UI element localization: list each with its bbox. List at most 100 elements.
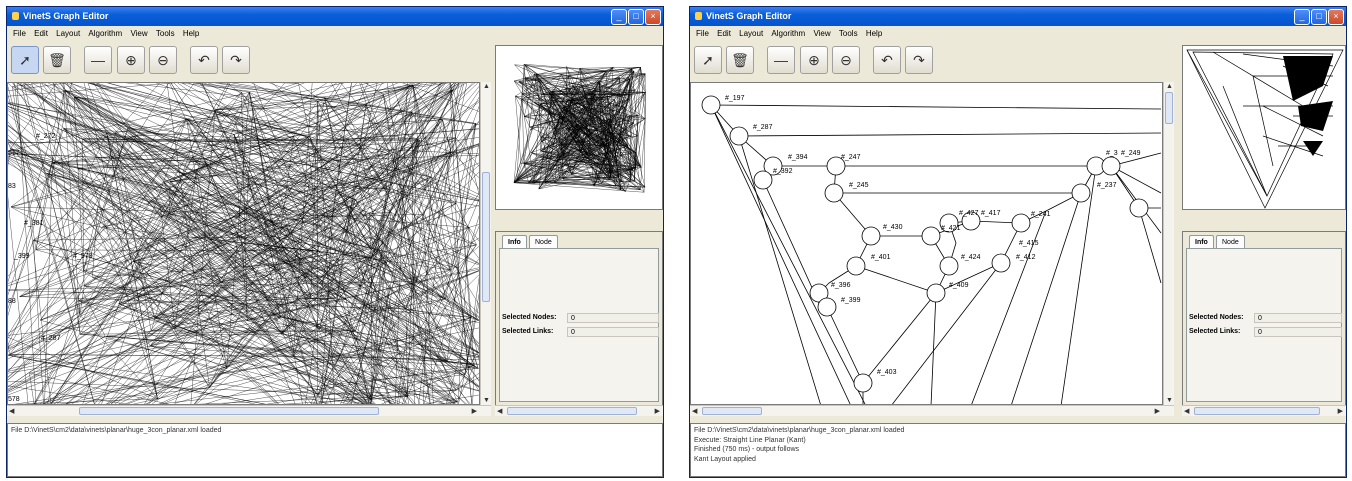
graph-node[interactable] xyxy=(1071,183,1091,203)
panel-horizontal-scrollbar[interactable]: ◀ ▶ xyxy=(1182,405,1346,416)
log-line: File D:\VinetS\cm2\data\vinets\planar\hu… xyxy=(11,427,222,434)
canvas-vertical-scrollbar[interactable]: ▲ ▼ xyxy=(1163,82,1174,405)
zoom-out-button[interactable]: ⊖ xyxy=(149,46,177,74)
graph-node[interactable] xyxy=(1129,198,1149,218)
title-bar[interactable]: VinetS Graph Editor _ □ × xyxy=(7,7,663,26)
node-label: #_272 xyxy=(36,133,56,140)
select-tool-button[interactable]: ➚ xyxy=(694,46,722,74)
graph-canvas[interactable]: #_272 517 83 #_381 _399 #_578 88 #_287 5… xyxy=(7,82,480,405)
graph-editor-window-left: VinetS Graph Editor _ □ × File Edit Layo… xyxy=(6,6,664,478)
graph-node[interactable] xyxy=(846,256,866,276)
close-button[interactable]: × xyxy=(645,9,661,25)
graph-canvas[interactable]: #_197 #_287 #_394 #_392 #_247 #_245 #_43… xyxy=(690,82,1163,405)
log-line: Execute: Straight Line Planar (Kant) xyxy=(694,436,806,444)
graph-edges xyxy=(710,104,1162,404)
graph-node[interactable] xyxy=(1011,213,1031,233)
graph-node[interactable] xyxy=(1101,156,1121,176)
minimize-button[interactable]: _ xyxy=(1294,9,1310,25)
graph-node[interactable] xyxy=(729,126,749,146)
node-label: #_578 xyxy=(73,253,93,260)
scrollbar-thumb[interactable] xyxy=(1165,92,1173,124)
graph-node[interactable] xyxy=(939,256,959,276)
close-button[interactable]: × xyxy=(1328,9,1344,25)
overview-panel[interactable] xyxy=(495,45,663,210)
log-line: File D:\VinetS\cm2\data\vinets\planar\hu… xyxy=(694,427,905,434)
menu-view[interactable]: View xyxy=(130,29,147,38)
graph-node[interactable] xyxy=(753,170,773,190)
line-tool-button[interactable]: — xyxy=(767,46,795,74)
menu-view[interactable]: View xyxy=(813,29,830,38)
line-tool-button[interactable]: — xyxy=(84,46,112,74)
select-tool-button[interactable]: ➚ xyxy=(11,46,39,74)
node-label: #_430 xyxy=(883,224,903,231)
canvas-horizontal-scrollbar[interactable]: ◀ ▶ xyxy=(7,405,491,416)
menu-file[interactable]: File xyxy=(13,29,26,38)
node-label: #_403 xyxy=(877,369,897,376)
minimize-button[interactable]: _ xyxy=(611,9,627,25)
zoom-in-button[interactable]: ⊕ xyxy=(800,46,828,74)
menu-edit[interactable]: Edit xyxy=(34,29,48,38)
selected-nodes-label: Selected Nodes: xyxy=(1189,314,1244,321)
scrollbar-thumb[interactable] xyxy=(1194,407,1320,415)
graph-node[interactable] xyxy=(817,297,837,317)
undo-button[interactable]: ↶ xyxy=(190,46,218,74)
menu-help[interactable]: Help xyxy=(866,29,882,38)
zoom-out-button[interactable]: ⊖ xyxy=(832,46,860,74)
graph-node[interactable] xyxy=(701,95,721,115)
log-output[interactable]: File D:\VinetS\cm2\data\vinets\planar\hu… xyxy=(690,423,1346,477)
menu-tools[interactable]: Tools xyxy=(156,29,175,38)
graph-node[interactable] xyxy=(991,253,1011,273)
node-label: #_249 xyxy=(1121,150,1141,157)
tab-node[interactable]: Node xyxy=(529,235,558,249)
canvas-horizontal-scrollbar[interactable]: ◀ ▶ xyxy=(690,405,1174,416)
menu-tools[interactable]: Tools xyxy=(839,29,858,38)
graph-node[interactable] xyxy=(861,226,881,246)
selected-links-field: 0 xyxy=(1254,327,1342,337)
node-label: #_399 xyxy=(841,297,861,304)
menu-help[interactable]: Help xyxy=(183,29,199,38)
undo-button[interactable]: ↶ xyxy=(873,46,901,74)
menu-algorithm[interactable]: Algorithm xyxy=(88,29,122,38)
maximize-button[interactable]: □ xyxy=(1311,9,1327,25)
redo-button[interactable]: ↷ xyxy=(905,46,933,74)
scrollbar-thumb[interactable] xyxy=(482,172,490,302)
tab-info[interactable]: Info xyxy=(1189,235,1214,249)
properties-panel: Info Node Selected Nodes: 0 Selected Lin… xyxy=(495,231,663,406)
app-icon xyxy=(695,12,702,20)
log-output[interactable]: File D:\VinetS\cm2\data\vinets\planar\hu… xyxy=(7,423,663,477)
panel-horizontal-scrollbar[interactable]: ◀ ▶ xyxy=(495,405,663,416)
menu-algorithm[interactable]: Algorithm xyxy=(771,29,805,38)
tab-info[interactable]: Info xyxy=(502,235,527,249)
node-label: 83 xyxy=(8,183,16,190)
scrollbar-thumb[interactable] xyxy=(507,407,637,415)
zoom-in-button[interactable]: ⊕ xyxy=(117,46,145,74)
delete-tool-button[interactable]: 🗑 xyxy=(726,46,754,74)
window-title: VinetS Graph Editor xyxy=(706,11,792,21)
selected-links-label: Selected Links: xyxy=(1189,328,1241,335)
node-label: #_424 xyxy=(961,254,981,261)
redo-button[interactable]: ↷ xyxy=(222,46,250,74)
menu-layout[interactable]: Layout xyxy=(739,29,763,38)
app-icon xyxy=(12,12,19,20)
node-label: #_287 xyxy=(753,124,773,131)
menu-file[interactable]: File xyxy=(696,29,709,38)
graph-node[interactable] xyxy=(926,283,946,303)
tab-node[interactable]: Node xyxy=(1216,235,1245,249)
menu-layout[interactable]: Layout xyxy=(56,29,80,38)
menu-bar: File Edit Layout Algorithm View Tools He… xyxy=(690,26,1346,41)
overview-drawing xyxy=(513,63,646,193)
graph-node[interactable] xyxy=(853,373,873,393)
overview-panel[interactable] xyxy=(1182,45,1346,210)
delete-tool-button[interactable]: 🗑 xyxy=(43,46,71,74)
graph-node[interactable] xyxy=(824,183,844,203)
maximize-button[interactable]: □ xyxy=(628,9,644,25)
menu-edit[interactable]: Edit xyxy=(717,29,731,38)
title-bar[interactable]: VinetS Graph Editor _ □ × xyxy=(690,7,1346,26)
scrollbar-thumb[interactable] xyxy=(79,407,379,415)
graph-node[interactable] xyxy=(921,226,941,246)
log-line: Finished (750 ms) - output follows xyxy=(694,446,800,453)
canvas-vertical-scrollbar[interactable]: ▲ ▼ xyxy=(480,82,491,405)
scrollbar-thumb[interactable] xyxy=(702,407,762,415)
selected-links-label: Selected Links: xyxy=(502,328,554,335)
selected-nodes-field: 0 xyxy=(567,313,659,323)
